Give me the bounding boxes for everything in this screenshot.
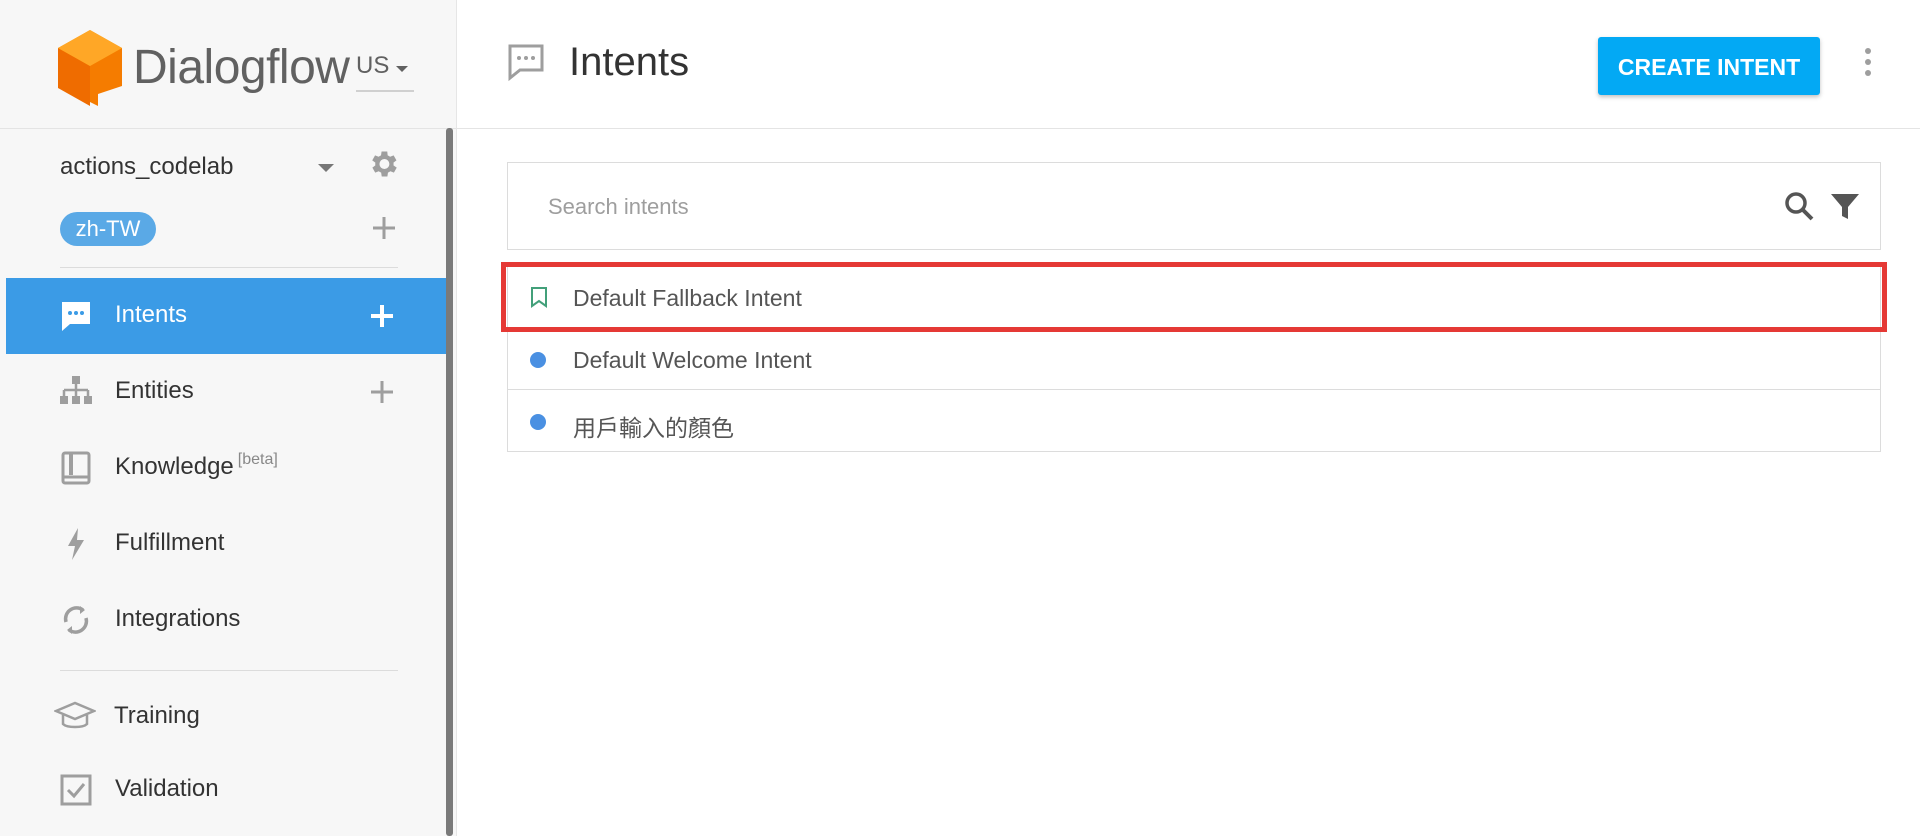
sidebar-item-label: Training (114, 702, 200, 729)
more-options-icon[interactable] (1860, 48, 1876, 84)
sidebar-divider (60, 670, 398, 671)
add-entity-icon[interactable] (368, 378, 396, 406)
sidebar-item-label: Knowledge [beta] (115, 451, 278, 481)
brand-header: Dialogflow US (0, 0, 456, 129)
sidebar-item-validation[interactable]: Validation (0, 752, 446, 828)
sidebar-item-label: Intents (115, 301, 188, 328)
region-selector[interactable]: US (356, 52, 414, 92)
language-chip[interactable]: zh-TW (60, 212, 156, 246)
sidebar-divider (60, 267, 398, 268)
region-label: US (356, 52, 390, 79)
sidebar-item-training[interactable]: Training (0, 679, 446, 755)
page-title: Intents (569, 40, 690, 84)
intent-row-user-color[interactable]: 用戶輸入的顏色 (508, 391, 1880, 451)
search-bar (507, 162, 1881, 250)
book-icon (61, 451, 91, 485)
speech-bubble-icon (62, 302, 90, 331)
hierarchy-icon (60, 376, 92, 404)
brand-name: Dialogflow (133, 41, 350, 94)
sidebar-item-fulfillment[interactable]: Fulfillment (0, 506, 446, 582)
graduation-cap-icon (54, 701, 96, 729)
checkbox-icon (60, 774, 92, 806)
dot-icon (530, 352, 546, 368)
search-icon[interactable] (1782, 189, 1816, 223)
filter-icon[interactable] (1828, 189, 1862, 223)
lightning-icon (68, 528, 84, 560)
agent-dropdown-icon[interactable] (318, 164, 334, 172)
sidebar: Dialogflow US actions_codelab zh-TW Inte… (0, 0, 457, 836)
bookmark-icon (531, 287, 547, 308)
intent-label: Default Welcome Intent (573, 347, 812, 373)
sidebar-item-intents[interactable]: Intents (6, 278, 446, 354)
chevron-down-icon (396, 66, 408, 72)
dot-icon (530, 414, 546, 430)
add-language-icon[interactable] (370, 214, 398, 242)
sidebar-item-knowledge[interactable]: Knowledge [beta] (0, 430, 446, 506)
intent-label: Default Fallback Intent (573, 285, 802, 311)
agent-name[interactable]: actions_codelab (60, 153, 233, 181)
search-input[interactable] (546, 187, 1730, 227)
beta-badge: [beta] (237, 451, 278, 468)
sidebar-item-entities[interactable]: Entities (0, 354, 446, 430)
add-intent-icon[interactable] (368, 302, 396, 330)
intent-row-default-welcome[interactable]: Default Welcome Intent (508, 329, 1880, 390)
sidebar-item-label: Validation (115, 775, 219, 802)
sidebar-scrollbar[interactable] (446, 128, 453, 836)
sidebar-item-label: Integrations (115, 605, 241, 632)
gear-icon[interactable] (366, 147, 400, 181)
dialogflow-logo-icon[interactable] (58, 30, 122, 106)
sync-icon (63, 606, 89, 634)
sidebar-item-integrations[interactable]: Integrations (0, 582, 446, 658)
speech-bubble-icon (508, 44, 544, 82)
sidebar-item-label: Fulfillment (115, 529, 225, 556)
intent-row-default-fallback[interactable]: Default Fallback Intent (508, 267, 1880, 328)
create-intent-button[interactable]: CREATE INTENT (1598, 37, 1820, 95)
knowledge-label: Knowledge (115, 453, 234, 480)
sidebar-item-label: Entities (115, 377, 194, 404)
intent-list: Default Fallback Intent Default Welcome … (507, 266, 1881, 452)
intent-label: 用戶輸入的顏色 (573, 415, 734, 441)
